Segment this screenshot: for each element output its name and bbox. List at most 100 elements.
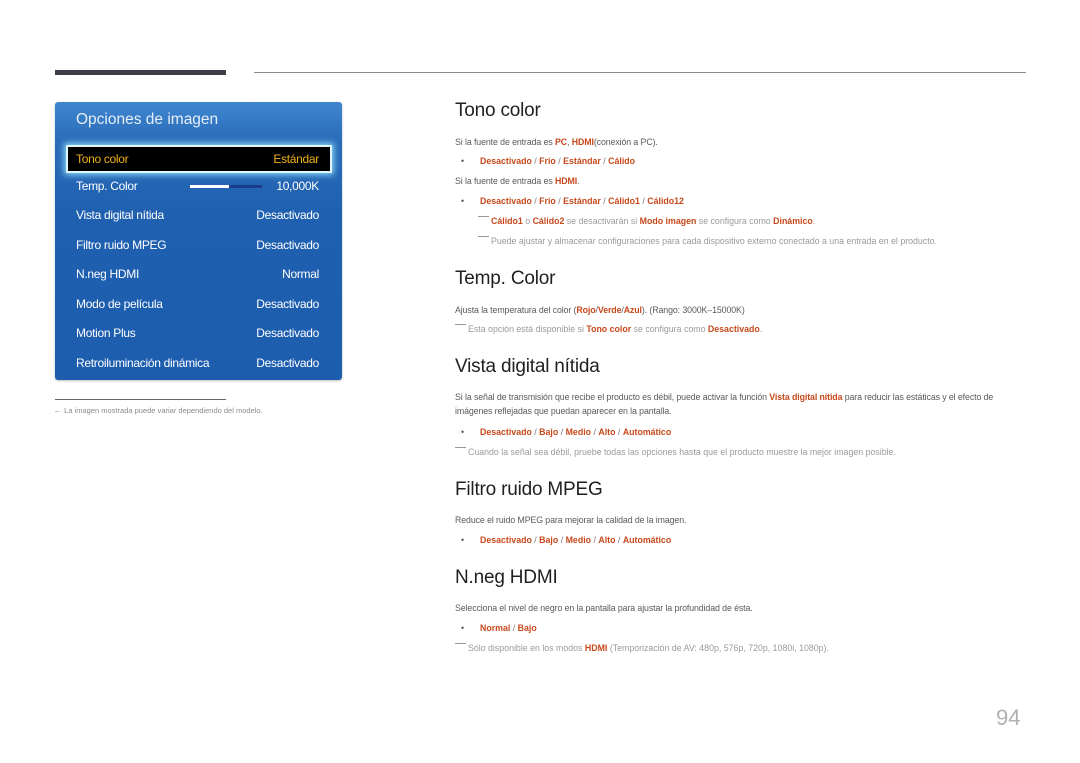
panel-title: Opciones de imagen (76, 111, 219, 128)
text: o (522, 216, 533, 226)
dash-icon (478, 236, 489, 237)
nneg-options: • Normal / Bajo (461, 623, 537, 633)
separator: / (558, 535, 566, 545)
menu-item-value: Desactivado (256, 208, 319, 222)
option-value: Desactivado (480, 427, 532, 437)
menu-item-value: 10,000K (276, 179, 319, 193)
menu-item-motion-plus[interactable]: Motion Plus Desactivado (67, 320, 331, 346)
option-list: Desactivado / Frío / Estándar / Cálido1 … (480, 196, 684, 206)
option-value: Cálido12 (647, 196, 684, 206)
separator: / (558, 427, 566, 437)
menu-item-tono-color[interactable]: Tono color Estándar (66, 145, 332, 173)
highlight: Modo imagen (639, 216, 697, 226)
option-value: Bajo (539, 427, 559, 437)
section-title-nneg-hdmi: N.neg HDMI (455, 567, 558, 588)
separator: / (615, 535, 623, 545)
picture-options-panel: Opciones de imagen Tono color Estándar T… (55, 102, 342, 380)
tono-options-pc: • Desactivado / Frío / Estándar / Cálido (461, 156, 635, 166)
menu-item-value: Desactivado (256, 326, 319, 340)
menu-item-label: Filtro ruido MPEG (76, 238, 167, 252)
tono-source-hdmi: Si la fuente de entrada es HDMI. (455, 176, 580, 186)
text: Si la fuente de entrada es (455, 176, 556, 186)
menu-item-value: Estándar (273, 152, 319, 166)
text: . (812, 216, 816, 226)
highlight: PC (555, 137, 568, 147)
menu-item-retroiluminacion[interactable]: Retroiluminación dinámica Desactivado (67, 350, 331, 376)
menu-item-label: Tono color (76, 152, 129, 166)
menu-item-value: Normal (282, 267, 319, 281)
option-value: Alto (598, 535, 616, 545)
menu-item-label: N.neg HDMI (76, 267, 140, 281)
bullet-icon: • (461, 427, 465, 437)
option-list: Desactivado / Bajo / Medio / Alto / Auto… (480, 535, 671, 545)
menu-item-temp-color[interactable]: Temp. Color 10,000K (67, 173, 331, 199)
option-value: Medio (565, 427, 592, 437)
text: Si la señal de transmisión que recibe el… (455, 392, 770, 402)
tono-options-hdmi: • Desactivado / Frío / Estándar / Cálido1… (461, 196, 684, 206)
text: Ajusta la temperatura del color ( (455, 305, 577, 315)
option-value: Cálido1 (608, 196, 640, 206)
highlight: Rojo (576, 305, 596, 315)
vista-description: Si la señal de transmisión que recibe el… (455, 390, 1030, 418)
text: Esta opción está disponible si (468, 324, 587, 334)
option-list: Desactivado / Frío / Estándar / Cálido (480, 156, 635, 166)
bullet-icon: • (461, 156, 465, 166)
menu-item-filtro-mpeg[interactable]: Filtro ruido MPEG Desactivado (67, 232, 331, 258)
menu-item-label: Modo de película (76, 297, 163, 311)
option-value: Estándar (563, 156, 601, 166)
bullet-icon: • (461, 535, 465, 545)
text: (conexión a PC). (593, 137, 658, 147)
option-value: Automático (622, 535, 672, 545)
text: . (759, 324, 763, 334)
highlight: Cálido1 (491, 216, 523, 226)
text: ). (Rango: 3000K–15000K) (641, 305, 745, 315)
option-value: Frío (539, 156, 556, 166)
text: . (577, 176, 580, 186)
menu-item-modo-pelicula[interactable]: Modo de película Desactivado (67, 291, 331, 317)
menu-item-label: Temp. Color (76, 179, 138, 193)
text: Cuando la señal sea débil, pruebe todas … (468, 447, 896, 457)
option-value: Bajo (517, 623, 537, 633)
menu-item-vista-digital[interactable]: Vista digital nítida Desactivado (67, 202, 331, 228)
nneg-description: Selecciona el nivel de negro en la panta… (455, 603, 753, 613)
section-title-temp-color: Temp. Color (455, 268, 556, 289)
temp-color-slider[interactable] (190, 185, 262, 188)
tono-note-1: Cálido1 o Cálido2 se desactivarán si Mod… (478, 216, 815, 226)
highlight: Azul (623, 305, 642, 315)
bullet-icon: • (461, 623, 465, 633)
menu-item-nneg-hdmi[interactable]: N.neg HDMI Normal (67, 261, 331, 287)
vista-note: Cuando la señal sea débil, pruebe todas … (455, 447, 896, 457)
text: se configura como (696, 216, 774, 226)
option-value: Desactivado (480, 156, 532, 166)
footnote-text: La imagen mostrada puede variar dependie… (64, 406, 263, 415)
menu-item-label: Retroiluminación dinámica (76, 356, 210, 370)
tono-source-pc: Si la fuente de entrada es PC, HDMI(cone… (455, 137, 658, 147)
highlight: Cálido2 (532, 216, 565, 226)
highlight: HDMI (584, 643, 608, 653)
menu-item-value: Desactivado (256, 297, 319, 311)
text: Si la fuente de entrada es (455, 137, 556, 147)
text: Puede ajustar y almacenar configuracione… (491, 236, 937, 246)
separator: / (615, 427, 623, 437)
highlight: Verde (597, 305, 622, 315)
dash-icon (455, 643, 466, 644)
page-number: 94 (996, 705, 1021, 730)
header-rule (254, 72, 1026, 73)
temp-description: Ajusta la temperatura del color (Rojo/Ve… (455, 305, 745, 315)
highlight: Tono color (586, 324, 632, 334)
menu-item-label: Vista digital nítida (76, 208, 164, 222)
option-value: Automático (622, 427, 672, 437)
header-bar-accent (55, 70, 226, 75)
tono-note-2: Puede ajustar y almacenar configuracione… (478, 236, 937, 246)
highlight: Vista digital nítida (769, 392, 843, 402)
option-list: Normal / Bajo (480, 623, 537, 633)
text: Sólo disponible en los modos (468, 643, 585, 653)
option-value: Medio (565, 535, 592, 545)
option-value: Alto (598, 427, 616, 437)
separator: / (510, 623, 518, 633)
menu-item-value: Desactivado (256, 356, 319, 370)
section-title-tono-color: Tono color (455, 100, 541, 121)
dash-icon (455, 447, 466, 448)
text: se configura como (631, 324, 708, 334)
section-title-vista-digital: Vista digital nítida (455, 356, 600, 377)
